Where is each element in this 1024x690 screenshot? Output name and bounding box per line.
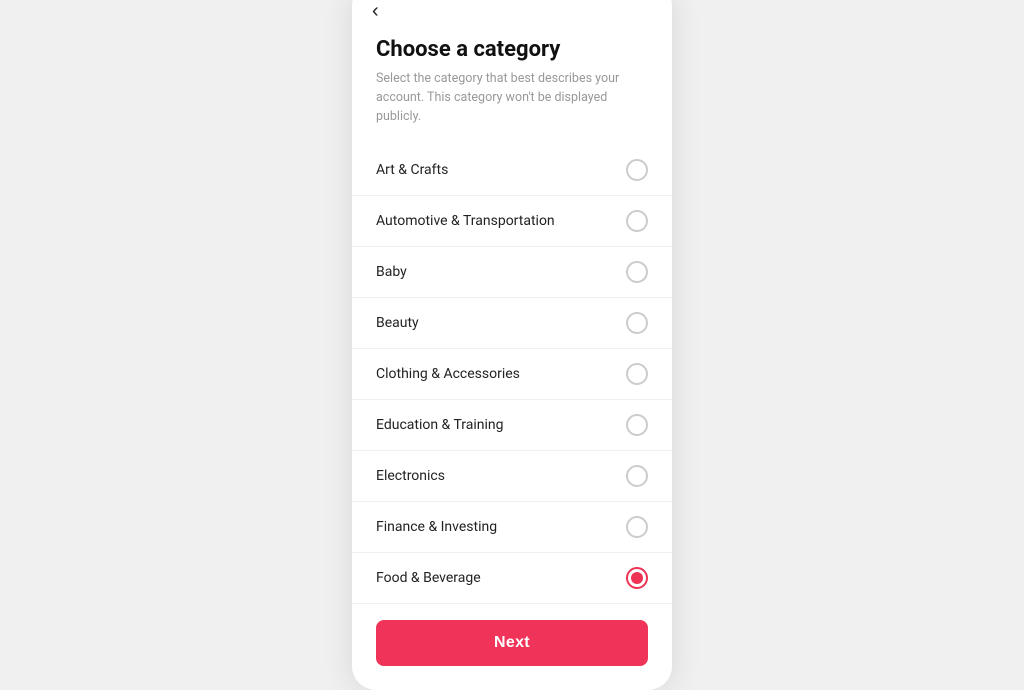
radio-inner	[631, 572, 643, 584]
category-list: Art & Crafts Automotive & Transportation B…	[352, 135, 672, 604]
page-subtitle: Select the category that best describes …	[376, 70, 648, 126]
next-button[interactable]: Next	[376, 620, 648, 666]
category-item[interactable]: Baby	[352, 247, 672, 298]
category-label: Baby	[376, 264, 407, 280]
phone-frame: ‹ Choose a category Select the category …	[352, 0, 672, 690]
back-button[interactable]: ‹	[352, 0, 672, 27]
radio-button[interactable]	[626, 210, 648, 232]
radio-button[interactable]	[626, 363, 648, 385]
category-item[interactable]: Finance & Investing	[352, 502, 672, 553]
category-item[interactable]: Beauty	[352, 298, 672, 349]
radio-button[interactable]	[626, 465, 648, 487]
category-item[interactable]: Automotive & Transportation	[352, 196, 672, 247]
next-btn-container: Next	[352, 604, 672, 690]
category-label: Education & Training	[376, 417, 504, 433]
radio-button[interactable]	[626, 159, 648, 181]
category-item[interactable]: Clothing & Accessories	[352, 349, 672, 400]
category-label: Clothing & Accessories	[376, 366, 520, 382]
radio-button[interactable]	[626, 567, 648, 589]
category-label: Automotive & Transportation	[376, 213, 555, 229]
category-label: Beauty	[376, 315, 419, 331]
category-item[interactable]: Electronics	[352, 451, 672, 502]
radio-button[interactable]	[626, 312, 648, 334]
category-item[interactable]: Food & Beverage	[352, 553, 672, 604]
radio-button[interactable]	[626, 516, 648, 538]
page-title: Choose a category	[376, 37, 648, 62]
radio-button[interactable]	[626, 414, 648, 436]
category-label: Electronics	[376, 468, 445, 484]
category-label: Art & Crafts	[376, 162, 448, 178]
category-item[interactable]: Art & Crafts	[352, 145, 672, 196]
category-label: Finance & Investing	[376, 519, 497, 535]
category-label: Food & Beverage	[376, 570, 481, 586]
header-section: Choose a category Select the category th…	[352, 27, 672, 134]
category-item[interactable]: Education & Training	[352, 400, 672, 451]
radio-button[interactable]	[626, 261, 648, 283]
